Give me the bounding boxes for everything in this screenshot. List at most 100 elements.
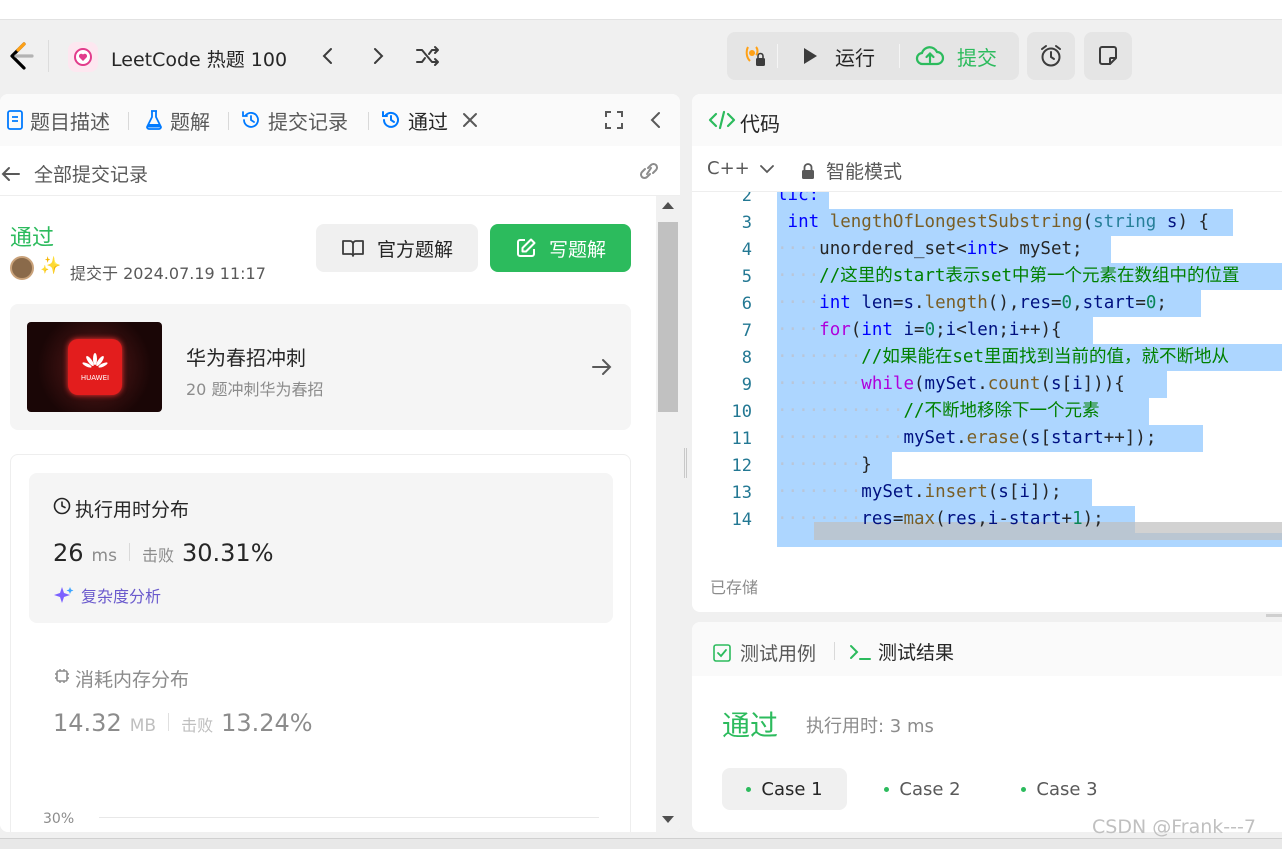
promo-image: HUAWEI: [27, 322, 162, 412]
debug-lock-icon: [745, 46, 765, 66]
collapse-panel-button[interactable]: [645, 109, 667, 131]
scroll-down-arrow[interactable]: [662, 816, 674, 823]
tab-submissions[interactable]: 提交记录: [240, 106, 348, 134]
study-plan-icon[interactable]: [68, 42, 98, 72]
arrow-left-icon: [1, 166, 20, 181]
code-editor[interactable]: 2 3 4 5 6 7 8 9 10 11 12 13 14 lic: int …: [692, 192, 1282, 547]
separator: [899, 44, 900, 68]
complexity-analysis-link[interactable]: 复杂度分析: [53, 583, 161, 607]
write-solution-button[interactable]: 写题解: [490, 224, 631, 272]
link-icon: [639, 162, 659, 180]
problem-list-title[interactable]: LeetCode 热题 100: [111, 45, 287, 72]
separator: [228, 112, 229, 130]
avatar[interactable]: [10, 256, 34, 280]
submission-subbar: 全部提交记录: [0, 146, 680, 196]
language-select[interactable]: C++: [707, 158, 776, 179]
tab-solutions[interactable]: 题解: [144, 106, 210, 134]
smart-mode-toggle[interactable]: 智能模式: [800, 157, 902, 184]
prev-problem-button[interactable]: [316, 44, 340, 68]
close-tab-button[interactable]: [460, 110, 480, 130]
case-label: Case 2: [899, 778, 961, 800]
submitted-time: 提交于 2024.07.19 11:17: [70, 264, 266, 283]
memory-value: 14.32: [53, 709, 122, 737]
book-icon: [342, 240, 364, 257]
memory-section[interactable]: 消耗内存分布 14.32 MB 击败 13.24%: [29, 645, 613, 765]
code-icon: [708, 110, 736, 130]
runtime-section[interactable]: 执行用时分布 26 ms 击败 30.31% 复杂度分析: [29, 473, 613, 623]
scroll-up-arrow[interactable]: [662, 202, 674, 209]
scrollbar-thumb[interactable]: [658, 222, 678, 412]
huawei-promo-card[interactable]: HUAWEI 华为春招冲刺 20 题冲刺华为春招: [10, 304, 631, 430]
separator: [777, 44, 778, 68]
submission-detail-scroll[interactable]: 通过 ✨ 提交于 2024.07.19 11:17 官方题解 写题解 HUAWE…: [0, 196, 656, 832]
tab-description[interactable]: 题目描述: [6, 106, 110, 134]
memory-unit: MB: [129, 716, 157, 736]
line-number: 9: [741, 375, 752, 395]
submit-button[interactable]: 提交: [907, 32, 1017, 80]
chevron-left-icon: [650, 112, 660, 128]
watermark: CSDN @Frank---7: [1092, 816, 1256, 838]
debug-button[interactable]: [737, 32, 773, 80]
tab-test-results[interactable]: 测试结果: [848, 638, 954, 665]
case-tab-1[interactable]: Case 1: [722, 768, 847, 810]
checkbox-icon: [713, 643, 731, 662]
tab-label: 提交记录: [268, 109, 348, 134]
tab-label: 题解: [170, 109, 210, 134]
code-line: ············//不断地移除下一个元素: [777, 401, 1100, 421]
tab-label: 测试用例: [740, 643, 817, 665]
notes-button[interactable]: [1084, 32, 1132, 80]
play-icon: [804, 48, 817, 64]
smart-mode-label: 智能模式: [826, 161, 903, 183]
line-number: 5: [741, 267, 752, 287]
timer-button[interactable]: [1027, 32, 1075, 80]
clock-icon: [53, 497, 71, 515]
code-header: 代码: [692, 94, 1282, 146]
left-tabbar: 题目描述 题解 提交记录 通过: [0, 94, 680, 146]
edit-icon: [516, 238, 536, 257]
case-tab-2[interactable]: Case 2: [860, 768, 985, 810]
random-problem-button[interactable]: [414, 44, 442, 68]
code-title: 代码: [740, 112, 780, 136]
runtime-value: 26: [53, 539, 84, 567]
code-line: ········while(mySet.count(s[i])){: [777, 374, 1125, 394]
header-divider: [48, 40, 49, 72]
chevron-right-icon: [374, 48, 384, 64]
lock-icon: [802, 162, 814, 179]
test-runtime: 执行用时: 3 ms: [806, 716, 934, 737]
note-icon: [1099, 46, 1117, 65]
code-line: ············mySet.erase(s[start++]);: [777, 428, 1157, 448]
line-number: 7: [741, 321, 752, 341]
fullscreen-button[interactable]: [603, 109, 625, 131]
official-solution-label: 官方题解: [376, 238, 453, 261]
leetcode-logo[interactable]: [4, 40, 36, 72]
back-to-submissions[interactable]: 全部提交记录: [0, 160, 148, 187]
run-button[interactable]: 运行: [787, 32, 897, 80]
panel-resize-handle[interactable]: [1266, 614, 1282, 617]
alarm-clock-icon: [1041, 45, 1061, 67]
sparkle-icon: [54, 587, 74, 603]
test-panel: 测试用例 测试结果 通过 执行用时: 3 ms Case 1 Case 2 Ca…: [692, 622, 1282, 832]
separator: [168, 713, 170, 731]
pass-dot: [746, 786, 752, 792]
language-label: C++: [707, 158, 750, 179]
tab-accepted[interactable]: 通过: [380, 106, 448, 134]
back-label: 全部提交记录: [34, 164, 149, 186]
performance-card: 执行用时分布 26 ms 击败 30.31% 复杂度分析 消耗内存分布 14.3…: [10, 454, 631, 832]
runtime-beats-label: 击败: [141, 546, 174, 565]
tab-label: 通过: [408, 109, 448, 134]
code-toolbar: C++ 智能模式: [692, 146, 1282, 192]
next-problem-button[interactable]: [366, 44, 390, 68]
promo-title: 华为春招冲刺: [186, 346, 306, 370]
code-line: ····for(int i=0;i<len;i++){: [777, 320, 1062, 340]
code-line: ········mySet.insert(s[i]);: [777, 482, 1062, 502]
line-number-gutter: 2 3 4 5 6 7 8 9 10 11 12 13 14: [692, 192, 764, 547]
official-solution-button[interactable]: 官方题解: [316, 224, 478, 272]
panel-resize-handle[interactable]: [684, 448, 687, 478]
share-link-button[interactable]: [636, 160, 662, 186]
tab-test-cases[interactable]: 测试用例: [712, 639, 816, 666]
cloud-upload-icon: [915, 46, 945, 66]
separator: [128, 543, 130, 561]
case-tab-3[interactable]: Case 3: [997, 768, 1122, 810]
code-panel: 代码 C++ 智能模式 2 3 4 5 6 7 8 9 10 11 12 13 …: [692, 94, 1282, 612]
runtime-unit: ms: [91, 546, 117, 566]
